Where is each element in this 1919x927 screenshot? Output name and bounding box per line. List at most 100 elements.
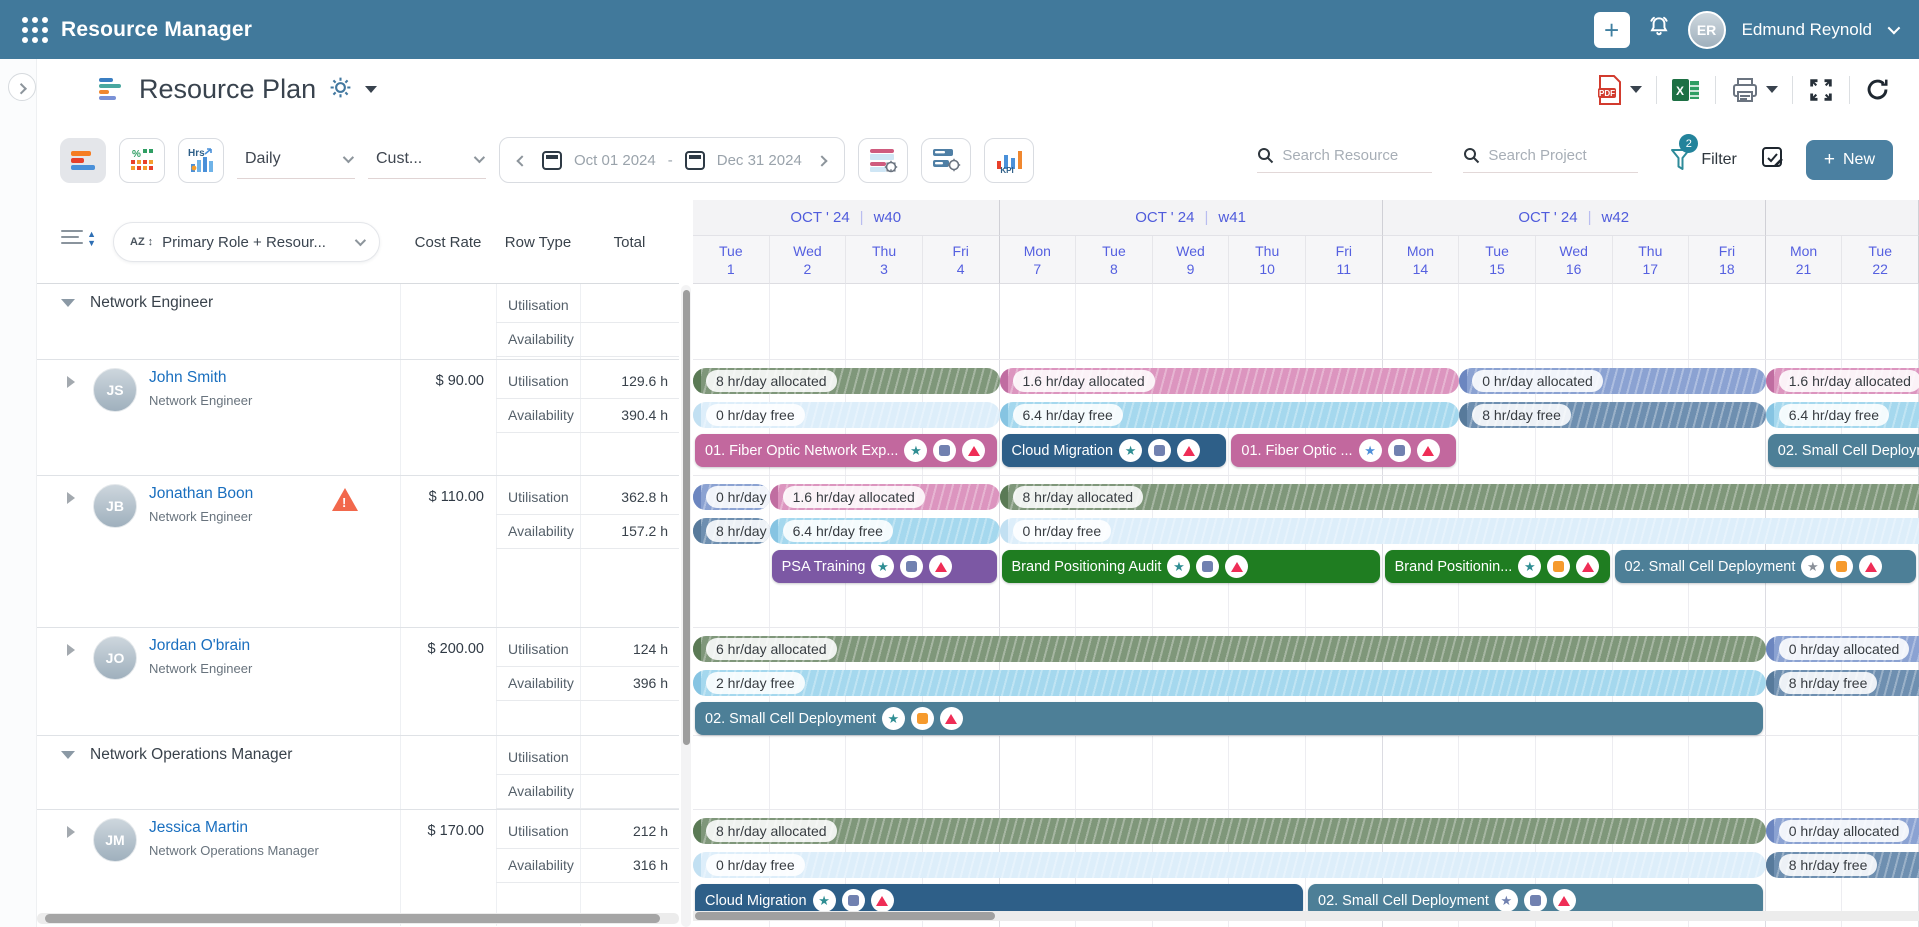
view-gantt-button[interactable] [60,138,106,183]
project-bars-settings-button[interactable] [921,138,971,183]
allocation-segment[interactable]: 8 hr/day free [1459,402,1766,428]
project-bar[interactable]: 02. Small Cell Deployment [1768,434,1919,467]
allocation-segment[interactable]: 1.6 hr/day allocated [1000,368,1460,394]
project-bar[interactable]: 02. Small Cell Deployment★ [1615,550,1917,583]
allocation-segment[interactable]: 0 hr/day allocated [693,484,770,510]
page-header: Resource Plan PDF [37,59,1919,120]
export-excel-button[interactable]: X [1671,75,1701,105]
allocation-segment[interactable]: 8 hr/day allocated [693,818,1766,844]
segment-value-pill: 8 hr/day free [1472,404,1571,426]
search-project-input[interactable] [1488,147,1638,164]
date-range-preset-select[interactable]: Cust... [368,142,486,179]
search-resource-input[interactable] [1282,147,1432,164]
collapse-triangle-icon[interactable] [61,751,75,759]
resource-name-link[interactable]: Jordan O'brain [149,637,250,655]
new-button[interactable]: + New [1806,140,1893,180]
end-date-value[interactable]: Dec 31 2024 [717,152,802,169]
fullscreen-button[interactable] [1807,76,1835,104]
utilisation-rows-settings-button[interactable] [858,138,908,183]
next-period-button[interactable] [814,149,830,172]
plan-settings-caret-icon[interactable] [365,86,377,93]
resource-name-link[interactable]: Jonathan Boon [149,485,253,503]
vertical-scrollbar-thumb[interactable] [683,290,690,745]
app-title: Resource Manager [61,18,252,42]
allocation-segment[interactable]: 0 hr/day free [693,402,1000,428]
project-bar[interactable]: Cloud Migration★ [1002,434,1227,467]
subrow-divider [496,700,679,701]
filter-button[interactable]: 2 Filter [1669,147,1737,173]
resource-plan-icon [99,77,127,103]
allocation-segment[interactable]: 1.6 hr/day allocated [770,484,1000,510]
expand-arrow-icon[interactable] [67,376,75,388]
user-avatar[interactable]: ER [1688,11,1726,49]
view-heatmap-button[interactable]: % [119,138,165,183]
day-of-week-label: Mon [1790,242,1817,260]
app-grid-icon[interactable] [22,17,48,43]
allocation-segment[interactable]: 6.4 hr/day free [1000,402,1460,428]
user-menu-chevron-icon[interactable] [1888,22,1901,35]
prev-period-button[interactable] [514,149,530,172]
segment-value-pill: 8 hr/day free [1779,672,1878,694]
allocation-segment[interactable]: 8 hr/day free [693,518,770,544]
gantt-resource-row: 8 hr/day allocated0 hr/day allocated0 hr… [693,810,1919,927]
expand-arrow-icon[interactable] [67,826,75,838]
kpis-button[interactable]: KPI [984,138,1034,183]
project-bar[interactable]: 02. Small Cell Deployment★ [695,702,1763,735]
overallocation-warning-icon[interactable] [332,488,358,511]
collapse-triangle-icon[interactable] [61,299,75,307]
gantt-hscrollbar-thumb[interactable] [695,912,995,920]
star-icon: ★ [1119,439,1142,462]
resource-name-link[interactable]: John Smith [149,369,227,387]
start-date-value[interactable]: Oct 01 2024 [574,152,656,169]
notifications-bell-icon[interactable] [1646,14,1672,45]
table-hscrollbar-thumb[interactable] [45,914,660,923]
allocation-segment[interactable]: 0 hr/day free [1000,518,1919,544]
bulk-edit-button[interactable] [1760,145,1785,175]
allocation-segment[interactable]: 8 hr/day allocated [693,368,1000,394]
export-pdf-button[interactable]: PDF [1596,74,1642,106]
divider [1656,76,1657,104]
quick-add-button[interactable]: + [1594,12,1630,48]
expand-arrow-icon[interactable] [67,492,75,504]
allocation-segment[interactable]: 8 hr/day allocated [1000,484,1919,510]
project-bar[interactable]: Brand Positioning Audit★ [1002,550,1380,583]
project-bar[interactable]: 01. Fiber Optic ...★ [1231,434,1456,467]
star-icon: ★ [882,707,905,730]
allocation-segment[interactable]: 6.4 hr/day free [1766,402,1919,428]
resource-name-link[interactable]: Jessica Martin [149,819,248,837]
segment-cap [1459,368,1467,394]
refresh-button[interactable] [1864,76,1891,103]
week-header-row: OCT ' 24|w40OCT ' 24|w41OCT ' 24|w42 [693,200,1919,236]
day-of-week-label: Thu [1638,242,1662,260]
print-button[interactable] [1730,76,1778,104]
group-row: Network EngineerUtilisationAvailability [37,284,679,360]
gantt-group-row [693,736,1919,810]
allocation-segment[interactable]: 8 hr/day free [1766,670,1919,696]
project-bar[interactable]: Brand Positionin...★ [1385,550,1610,583]
cost-rate-value: $ 170.00 [400,814,484,848]
allocation-segment[interactable]: 2 hr/day free [693,670,1766,696]
utilisation-total: 212 h [580,814,668,848]
plan-settings-gear-icon[interactable] [328,75,353,105]
allocation-segment[interactable]: 8 hr/day free [1766,852,1919,878]
pdf-options-caret-icon [1630,86,1642,93]
allocation-segment[interactable]: 1.6 hr/day allocated [1766,368,1919,394]
project-bar[interactable]: 01. Fiber Optic Network Exp...★ [695,434,997,467]
expand-arrow-icon[interactable] [67,644,75,656]
allocation-segment[interactable]: 0 hr/day free [693,852,1766,878]
print-options-caret-icon [1766,86,1778,93]
subrow-divider [496,432,679,433]
allocation-segment[interactable]: 0 hr/day allocated [1766,636,1919,662]
zoom-level-select[interactable]: Daily [237,142,355,179]
view-hours-chart-button[interactable]: Hrs [178,138,224,183]
project-bar[interactable]: PSA Training★ [772,550,997,583]
allocation-segment[interactable]: 0 hr/day allocated [1766,818,1919,844]
user-name[interactable]: Edmund Reynold [1742,20,1872,40]
allocation-segment[interactable]: 0 hr/day allocated [1459,368,1766,394]
group-by-select[interactable]: AZ ↕ Primary Role + Resour... [113,222,380,262]
sort-list-icon[interactable]: ▲▼ [61,230,87,248]
row-type-label: Availability [508,848,588,882]
allocation-segment[interactable]: 6.4 hr/day free [770,518,1000,544]
panel-expand-button[interactable] [8,73,36,101]
allocation-segment[interactable]: 6 hr/day allocated [693,636,1766,662]
